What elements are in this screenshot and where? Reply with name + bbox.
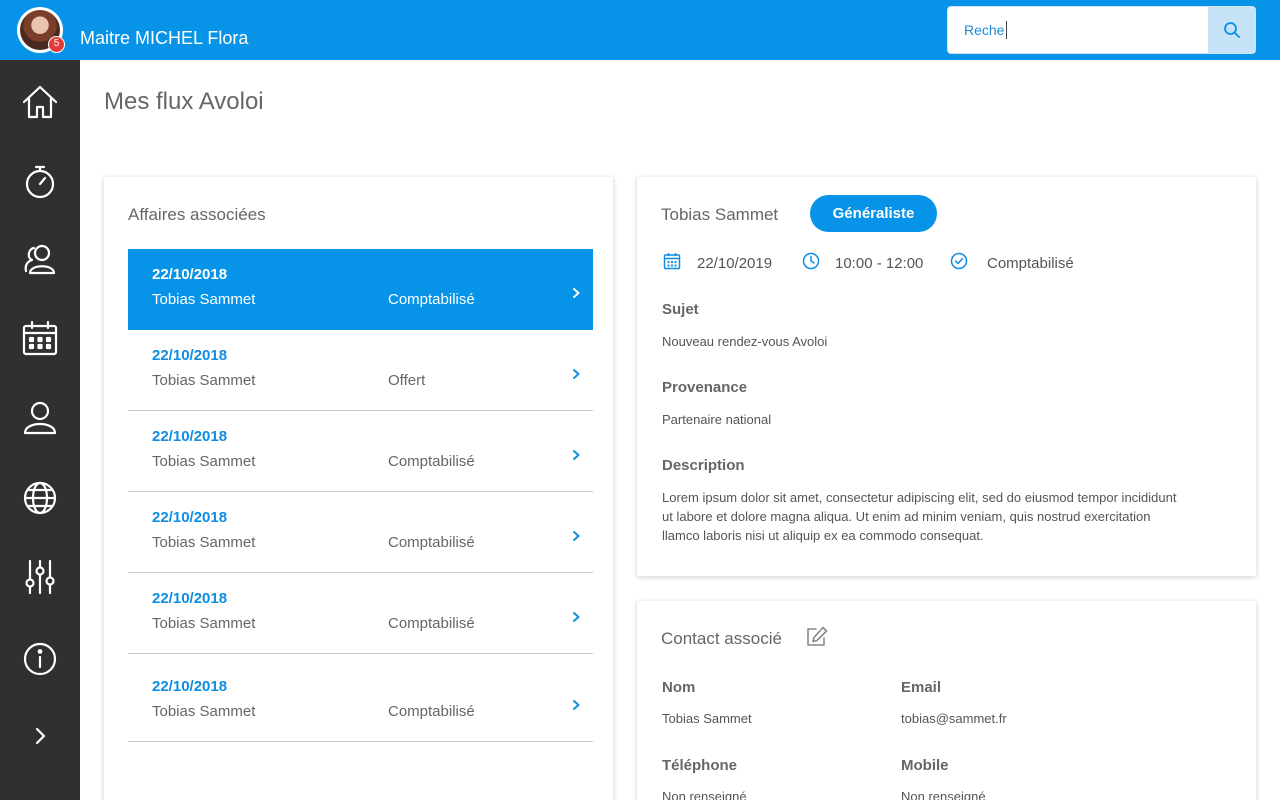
affaire-status: Comptabilisé — [388, 615, 475, 632]
contact-title: Contact associé — [661, 629, 782, 648]
subject-value: Nouveau rendez-vous Avoloi — [662, 334, 828, 349]
description-line: ut labore et dolore magna aliqua. Ut eni… — [662, 509, 1151, 524]
subject-label: Sujet — [662, 301, 699, 318]
users-icon — [24, 244, 56, 275]
clock-icon — [802, 252, 820, 270]
contact-email[interactable]: tobias@sammet.fr — [901, 709, 1007, 729]
contact-email-label: Email — [901, 679, 942, 696]
stopwatch-icon — [25, 165, 55, 199]
sidebar-item-home[interactable] — [0, 71, 80, 133]
sidebar-item-timer[interactable] — [0, 151, 80, 213]
info-icon — [23, 642, 57, 676]
sidebar-item-web[interactable] — [0, 467, 80, 529]
affaires-card: Affaires associées 22/10/2018 Tobias Sam… — [104, 177, 613, 800]
notification-badge[interactable]: 5 — [48, 36, 65, 53]
contact-name: Tobias Sammet — [662, 711, 752, 726]
affaire-status: Comptabilisé — [388, 453, 475, 470]
affaire-status: Offert — [388, 372, 426, 389]
chevron-right-icon — [35, 727, 46, 745]
search-icon — [1223, 22, 1240, 38]
affaire-date: 22/10/2018 — [152, 347, 228, 364]
search-button[interactable] — [1208, 7, 1255, 53]
affaire-date: 22/10/2018 — [152, 428, 228, 445]
chevron-right-icon — [573, 531, 580, 541]
affaire-person: Tobias Sammet — [152, 534, 256, 551]
sidebar-item-info[interactable] — [0, 628, 80, 690]
description-line: Lorem ipsum dolor sit amet, consectetur … — [662, 490, 1177, 505]
affaire-date: 22/10/2018 — [152, 590, 228, 607]
detail-date: 22/10/2019 — [697, 255, 773, 272]
contact-name-label: Nom — [662, 679, 696, 696]
affaire-date: 22/10/2018 — [152, 266, 228, 283]
affaire-person: Tobias Sammet — [152, 453, 256, 470]
detail-status: Comptabilisé — [987, 255, 1074, 272]
affaire-status: Comptabilisé — [388, 291, 475, 308]
affaire-date: 22/10/2018 — [152, 678, 228, 695]
search-input[interactable] — [948, 7, 1209, 53]
affaire-status: Comptabilisé — [388, 703, 475, 720]
affaire-row[interactable]: 22/10/2018 Tobias Sammet Comptabilisé — [128, 411, 593, 492]
affaire-row[interactable]: 22/10/2018 Tobias Sammet Comptabilisé — [128, 573, 593, 654]
home-icon — [22, 85, 58, 119]
affaire-row[interactable]: 22/10/2018 Tobias Sammet Comptabilisé — [128, 654, 593, 742]
edit-icon[interactable] — [805, 625, 829, 649]
sidebar-item-settings[interactable] — [0, 546, 80, 608]
detail-card: Tobias Sammet Généraliste 22/10/2019 10:… — [637, 177, 1256, 576]
affaires-title: Affaires associées — [128, 205, 266, 224]
affaire-row[interactable]: 22/10/2018 Tobias Sammet Offert — [128, 330, 593, 411]
sidebar-item-calendar[interactable] — [0, 308, 80, 370]
affaire-status: Comptabilisé — [388, 534, 475, 551]
affaire-person: Tobias Sammet — [152, 291, 256, 308]
affaire-row[interactable]: 22/10/2018 Tobias Sammet Comptabilisé — [128, 249, 593, 330]
contact-phone-label: Téléphone — [662, 757, 738, 774]
detail-time: 10:00 - 12:00 — [835, 255, 924, 272]
contact-mobile-label: Mobile — [901, 757, 949, 774]
sidebar-item-clients[interactable] — [0, 229, 80, 291]
sidebar-expand-button[interactable] — [0, 705, 80, 767]
detail-name: Tobias Sammet — [661, 205, 779, 224]
contact-phone: Non renseigné — [662, 789, 747, 800]
chevron-right-icon — [573, 288, 580, 298]
sidebar — [0, 60, 80, 800]
origin-value: Partenaire national — [662, 412, 772, 427]
affaire-person: Tobias Sammet — [152, 703, 256, 720]
category-tag[interactable]: Généraliste — [810, 195, 937, 232]
chevron-right-icon — [573, 612, 580, 622]
chevron-right-icon — [573, 450, 580, 460]
origin-label: Provenance — [662, 379, 748, 396]
calendar-icon — [22, 320, 58, 356]
globe-icon — [23, 481, 57, 515]
description-line: llamco laboris nisi ut aliquip ex ea com… — [662, 528, 984, 543]
affaire-date: 22/10/2018 — [152, 509, 228, 526]
chevron-right-icon — [573, 700, 580, 710]
chevron-right-icon — [573, 369, 580, 379]
contact-mobile: Non renseigné — [901, 789, 986, 800]
user-icon — [23, 401, 57, 435]
text-cursor — [1006, 21, 1007, 39]
description-label: Description — [662, 457, 745, 474]
contact-card: Contact associé Nom Tobias Sammet Email … — [637, 601, 1256, 800]
sliders-icon — [25, 559, 55, 595]
check-circle-icon — [950, 252, 968, 270]
user-name: Maitre MICHEL Flora — [80, 28, 249, 48]
affaire-row[interactable]: 22/10/2018 Tobias Sammet Comptabilisé — [128, 492, 593, 573]
top-bar: 5 Maitre MICHEL Flora — [0, 0, 1280, 60]
calendar-icon — [663, 253, 681, 270]
affaire-person: Tobias Sammet — [152, 615, 256, 632]
sidebar-item-profile[interactable] — [0, 387, 80, 449]
page-title: Mes flux Avoloi — [104, 88, 264, 115]
affaire-person: Tobias Sammet — [152, 372, 256, 389]
search-box — [947, 6, 1256, 54]
